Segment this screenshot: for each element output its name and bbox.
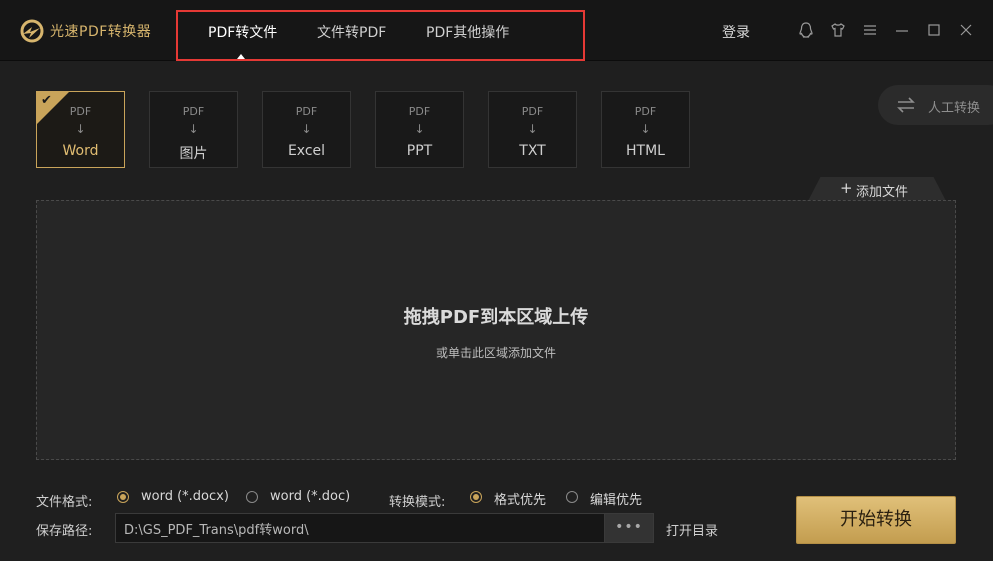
app-logo-icon — [20, 19, 44, 43]
menu-icon[interactable] — [861, 21, 879, 39]
drop-zone-title: 拖拽PDF到本区域上传 — [403, 307, 589, 328]
save-path-label: 保存路径: — [36, 524, 93, 539]
format-card-txt[interactable]: PDF ↓ TXT — [488, 91, 577, 168]
close-icon[interactable] — [957, 21, 975, 39]
radio-unchecked — [566, 491, 578, 503]
card-source-label: PDF — [521, 105, 544, 118]
format-card-ppt[interactable]: PDF ↓ PPT — [375, 91, 464, 168]
arrow-down-icon: ↓ — [188, 122, 199, 136]
card-label: Excel — [287, 143, 326, 159]
card-label: TXT — [519, 143, 546, 159]
add-file-button[interactable]: + 添加文件 — [808, 177, 946, 201]
drop-zone-subtitle: 或单击此区域添加文件 — [435, 346, 556, 360]
plus-icon: + — [840, 179, 853, 197]
radio-docx-label: word (*.docx) — [141, 489, 229, 504]
arrow-down-icon: ↓ — [640, 122, 651, 136]
card-source-label: PDF — [634, 105, 657, 118]
minimize-icon[interactable] — [893, 21, 911, 39]
card-label: PPT — [406, 143, 433, 159]
qq-icon[interactable] — [797, 21, 815, 39]
swap-icon — [897, 97, 915, 113]
radio-edit-priority[interactable]: 编辑优先 — [566, 489, 656, 508]
start-conversion-button[interactable]: 开始转换 — [796, 496, 956, 544]
radio-checked — [117, 491, 129, 503]
save-path-input[interactable] — [115, 513, 605, 543]
add-file-label: 添加文件 — [856, 185, 909, 200]
browse-path-button[interactable]: ••• — [604, 513, 654, 543]
manual-conversion-label: 人工转换 — [928, 101, 981, 116]
format-card-excel[interactable]: PDF ↓ Excel — [262, 91, 351, 168]
radio-docx[interactable]: word (*.docx) — [117, 489, 237, 507]
radio-doc[interactable]: word (*.doc) — [246, 489, 356, 507]
card-source-label: PDF — [182, 105, 205, 118]
skin-icon[interactable] — [829, 21, 847, 39]
radio-format-priority-label: 格式优先 — [494, 493, 547, 508]
open-directory-link[interactable]: 打开目录 — [666, 520, 718, 539]
radio-unchecked — [246, 491, 258, 503]
arrow-down-icon: ↓ — [414, 122, 425, 136]
maximize-icon[interactable] — [925, 21, 943, 39]
arrow-down-icon: ↓ — [75, 122, 86, 136]
radio-format-priority[interactable]: 格式优先 — [470, 489, 560, 508]
format-card-word[interactable]: ✔ PDF ↓ Word — [36, 91, 125, 168]
manual-conversion-button[interactable]: 人工转换 — [878, 85, 993, 125]
nav-highlight-box — [176, 10, 585, 61]
arrow-down-icon: ↓ — [527, 122, 538, 136]
radio-doc-label: word (*.doc) — [270, 489, 351, 504]
card-source-label: PDF — [408, 105, 431, 118]
card-label: 图片 — [179, 146, 208, 162]
radio-checked — [470, 491, 482, 503]
file-drop-zone[interactable]: 拖拽PDF到本区域上传 或单击此区域添加文件 — [36, 200, 956, 460]
file-format-label: 文件格式: — [36, 495, 93, 510]
format-card-image[interactable]: PDF ↓ 图片 — [149, 91, 238, 168]
card-source-label: PDF — [295, 105, 318, 118]
card-label: Word — [62, 143, 99, 159]
radio-edit-priority-label: 编辑优先 — [590, 493, 643, 508]
card-label: HTML — [626, 143, 665, 159]
conversion-mode-label: 转换模式: — [389, 495, 446, 510]
app-title: 光速PDF转换器 — [50, 24, 152, 40]
format-card-html[interactable]: PDF ↓ HTML — [601, 91, 690, 168]
arrow-down-icon: ↓ — [301, 122, 312, 136]
login-button[interactable]: 登录 — [722, 22, 750, 42]
card-source-label: PDF — [69, 105, 92, 118]
